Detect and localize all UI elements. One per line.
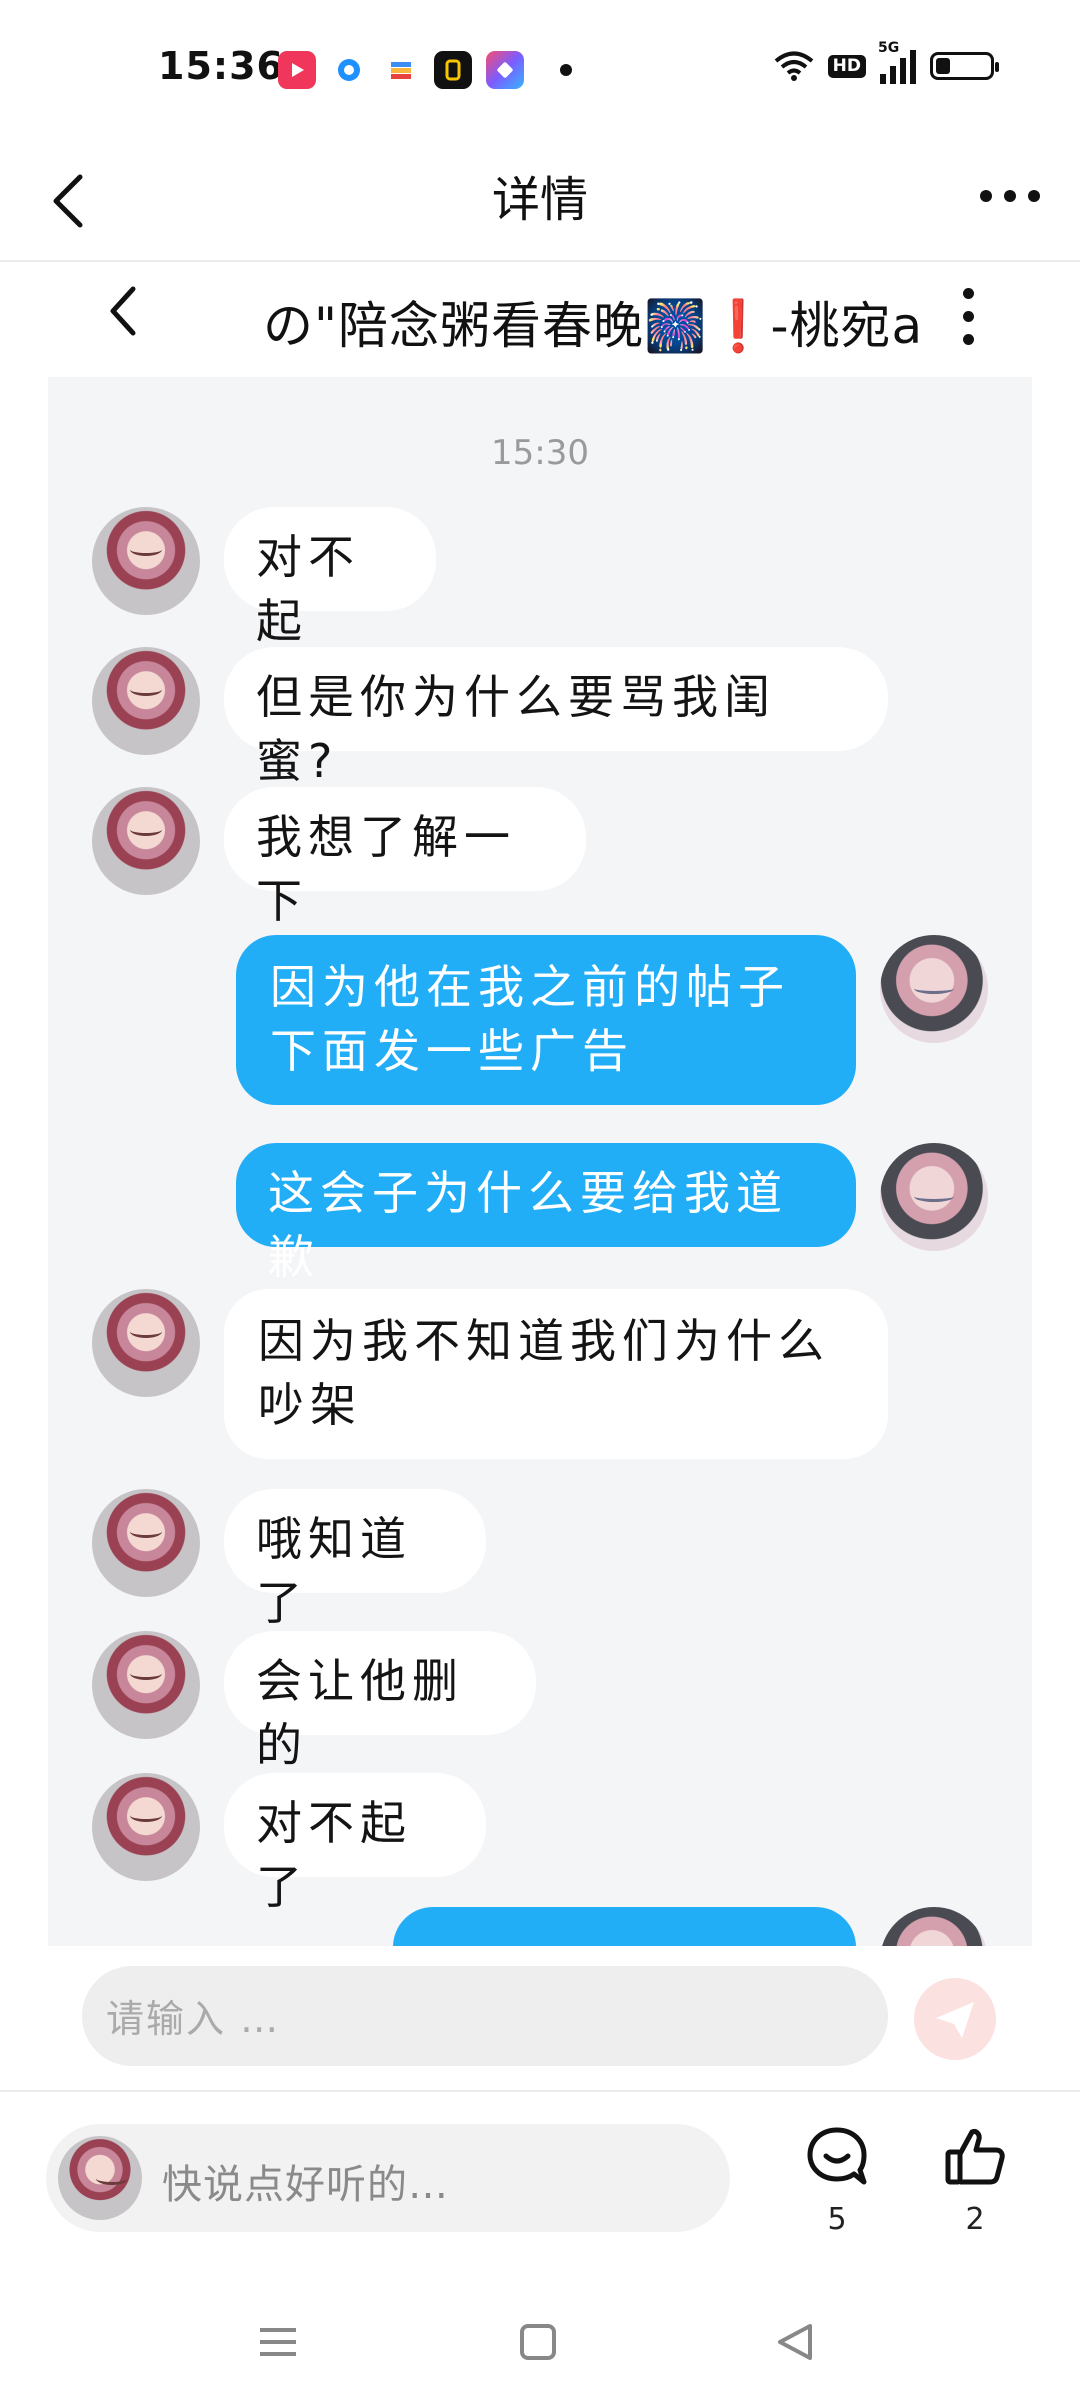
message-bubble: 但是你为什么要骂我闺蜜? [224, 647, 888, 788]
more-button[interactable] [970, 178, 1050, 214]
user-avatar [58, 2136, 142, 2220]
notification-icons [278, 51, 524, 89]
chevron-left-icon [110, 286, 136, 336]
comment-placeholder: 快说点好听的… [162, 2162, 449, 2208]
message-bubble: 我想了解一下 [224, 787, 586, 928]
screenshot-message-input: 请输入 … [82, 1966, 888, 2066]
avatar [880, 1143, 988, 1251]
avatar [92, 1289, 200, 1397]
message-bubble: 哦知道了 [224, 1489, 486, 1630]
status-time: 15:36 [158, 44, 284, 88]
system-back-button[interactable] [766, 2312, 826, 2372]
message-bubble: 因为他在我之前的帖子下面发一些广告 [236, 935, 856, 1105]
status-bar: 15:36 HD 5G [0, 0, 1080, 140]
signal-icon: 5G [878, 40, 916, 84]
message-bubble: 这会子为什么要给我道歉 [236, 1143, 856, 1284]
avatar [92, 787, 200, 895]
avatar [92, 647, 200, 755]
like-count: 2 [965, 2202, 985, 2237]
comment-icon [807, 2127, 867, 2185]
menu-button[interactable] [248, 2312, 308, 2372]
avatar [92, 1631, 200, 1739]
screenshot-chat-title: の"陪念粥看春晚🎆❗-桃宛a [263, 297, 924, 355]
message-bubble: 因为我不知道我们为什么吵架 [224, 1289, 888, 1459]
back-triangle-icon [778, 2324, 812, 2360]
video-app-icon [278, 51, 316, 89]
hd-badge: HD [827, 54, 866, 78]
avatar [92, 1489, 200, 1597]
chat-timestamp: 15:30 [491, 433, 589, 473]
more-notifications-dot [560, 64, 572, 76]
wifi-icon [774, 51, 813, 81]
shortcut-app-icon [486, 51, 524, 89]
avatar [880, 935, 988, 1043]
more-horizontal-icon [980, 190, 992, 202]
battery-icon [930, 52, 999, 80]
send-button [914, 1978, 996, 2060]
screenshot-input-row: 请输入 … [48, 1946, 1032, 2088]
screenshot-header: の"陪念粥看春晚🎆❗-桃宛a [48, 262, 1032, 377]
chat-screenshot: の"陪念粥看春晚🎆❗-桃宛a 15:30 对不起 但是你为什么要骂我闺蜜? 我想… [48, 262, 1032, 1952]
network-type: 5G [878, 40, 900, 56]
comment-bar: 快说点好听的… 5 2 [0, 2092, 1080, 2282]
message-bubble: 会让他删的 [224, 1631, 536, 1772]
comment-count: 5 [827, 2202, 847, 2237]
screenshot-back [108, 282, 138, 352]
home-icon [520, 2324, 556, 2360]
message-bubble: 对不起了 [224, 1773, 486, 1914]
menu-icon [260, 2328, 296, 2356]
message-bubble: 对不起 [224, 507, 436, 648]
page-title: 详情 [491, 172, 588, 228]
avatar [92, 1773, 200, 1881]
status-right: HD 5G [774, 40, 999, 84]
send-icon [936, 2002, 974, 2038]
browser-app-icon [330, 51, 368, 89]
more-vertical-icon [963, 288, 974, 345]
comment-button[interactable]: 5 [792, 2122, 882, 2237]
thumbs-up-icon [945, 2129, 1005, 2185]
chat-area: 15:30 对不起 但是你为什么要骂我闺蜜? 我想了解一下 因为他在我之前的帖子… [48, 377, 1032, 1952]
top-nav: 详情 [0, 140, 1080, 262]
input-placeholder: 请输入 … [106, 1997, 281, 2041]
wallet-app-icon [382, 51, 420, 89]
avatar [92, 507, 200, 615]
home-button[interactable] [508, 2312, 568, 2372]
black-app-icon [434, 51, 472, 89]
system-nav-bar [0, 2282, 1080, 2400]
like-button[interactable]: 2 [930, 2122, 1020, 2237]
comment-input[interactable]: 快说点好听的… [46, 2124, 730, 2232]
